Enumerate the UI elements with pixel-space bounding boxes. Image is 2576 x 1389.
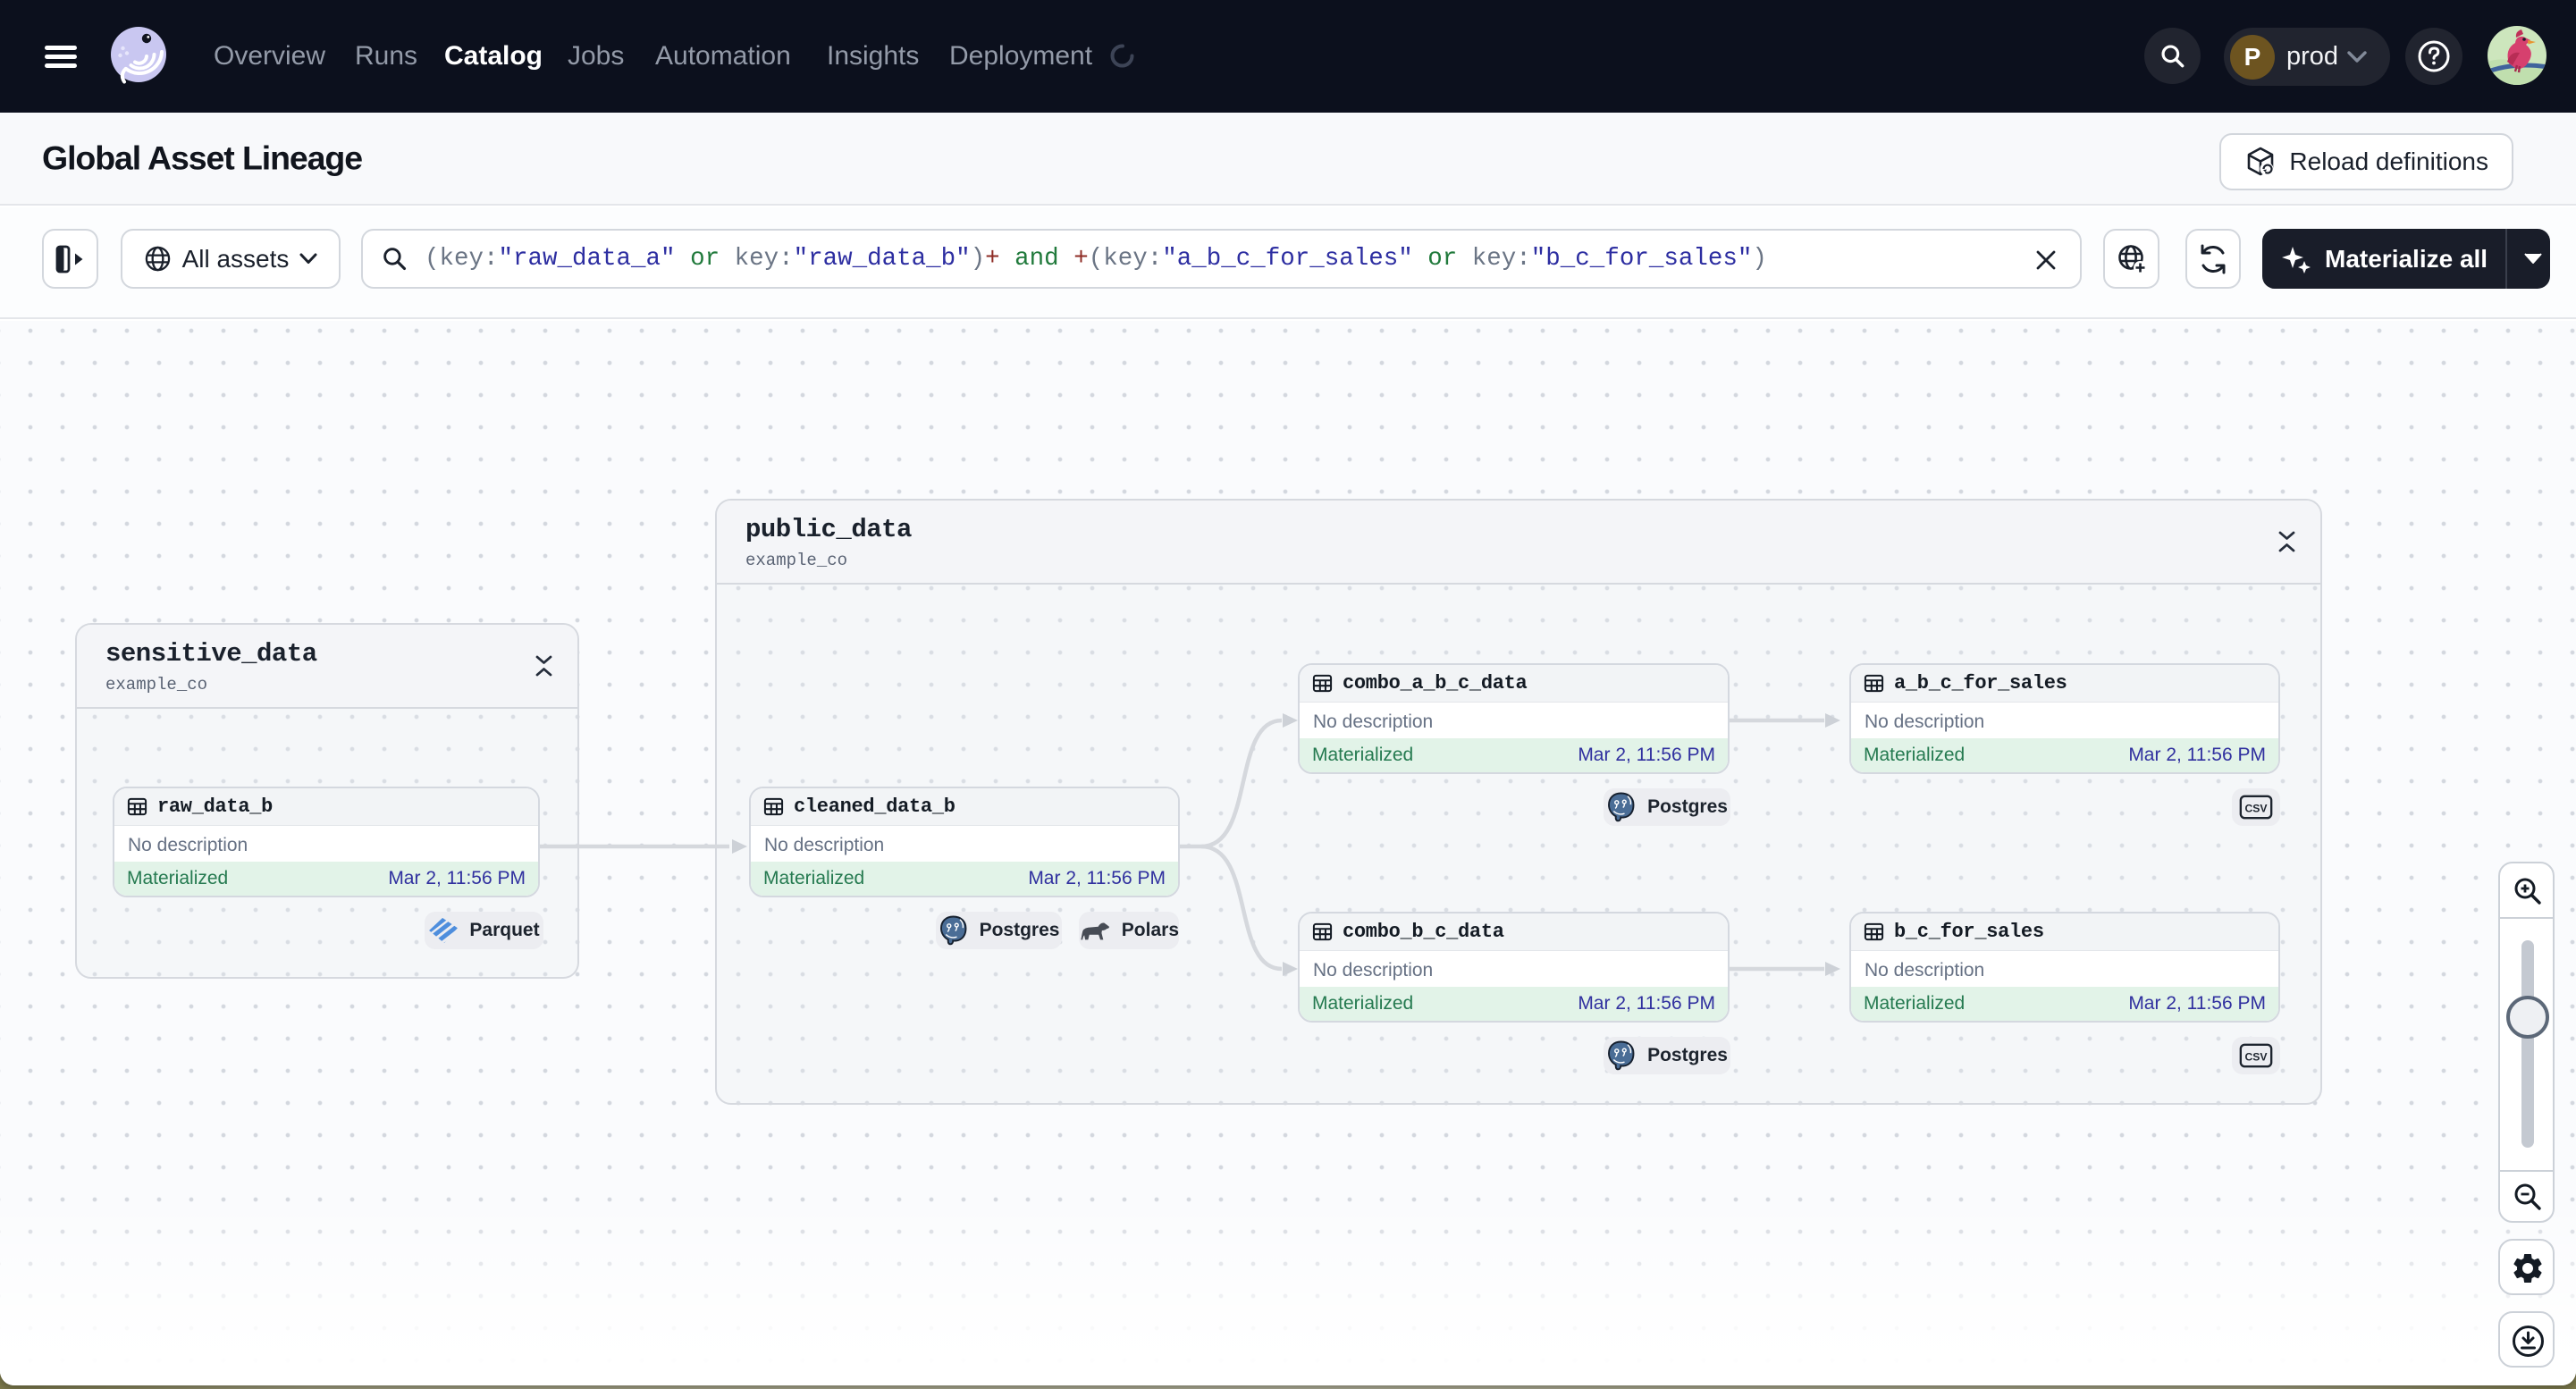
svg-text:CSV: CSV (2244, 802, 2268, 814)
svg-text:CSV: CSV (2244, 1050, 2268, 1063)
